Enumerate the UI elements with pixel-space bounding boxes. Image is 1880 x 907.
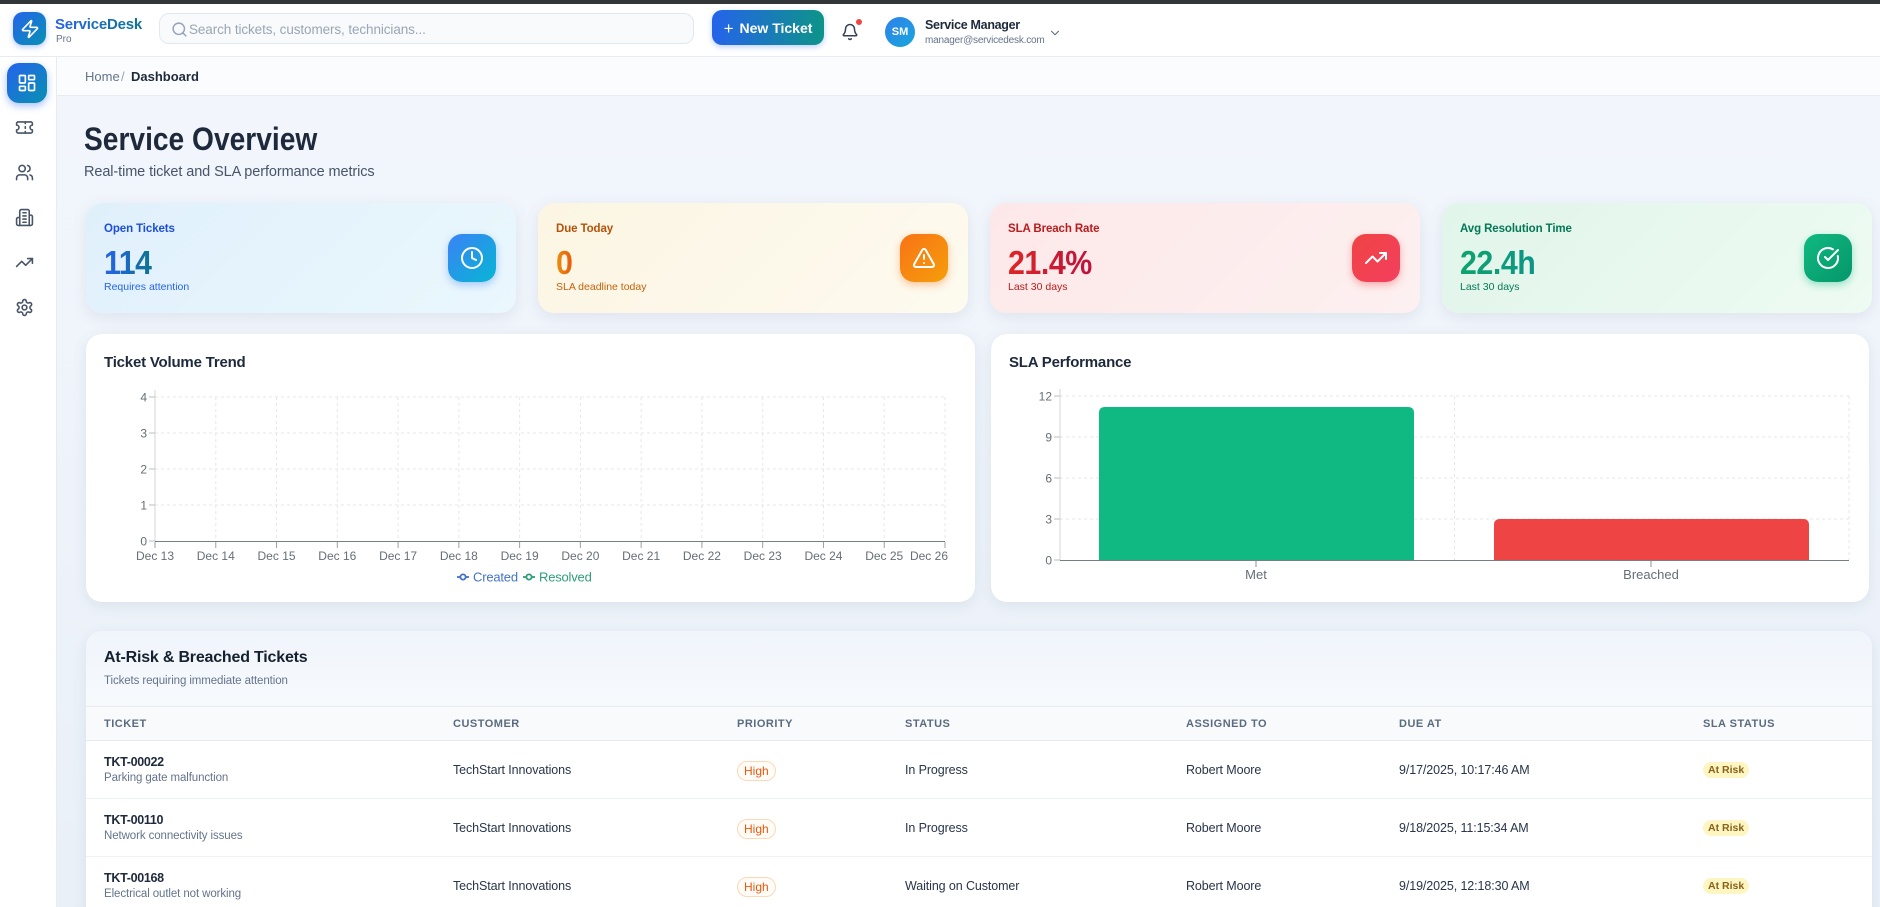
svg-text:12: 12 [1039, 390, 1053, 404]
svg-text:Met: Met [1245, 567, 1267, 582]
svg-text:0: 0 [1045, 554, 1052, 568]
svg-text:Dec 24: Dec 24 [804, 549, 842, 563]
svg-text:2: 2 [140, 463, 147, 477]
svg-text:Dec 14: Dec 14 [197, 549, 235, 563]
svg-text:Dec 18: Dec 18 [440, 549, 478, 563]
svg-text:3: 3 [140, 427, 147, 441]
svg-text:Dec 13: Dec 13 [136, 549, 174, 563]
svg-text:Dec 25: Dec 25 [865, 549, 903, 563]
svg-text:Breached: Breached [1623, 567, 1679, 582]
svg-text:4: 4 [140, 391, 147, 405]
svg-text:6: 6 [1045, 472, 1052, 486]
svg-text:Dec 15: Dec 15 [258, 549, 296, 563]
svg-text:3: 3 [1045, 513, 1052, 527]
svg-text:Dec 20: Dec 20 [561, 549, 599, 563]
svg-text:1: 1 [140, 499, 147, 513]
svg-text:Created: Created [473, 570, 518, 585]
svg-text:Dec 17: Dec 17 [379, 549, 417, 563]
svg-text:Dec 16: Dec 16 [318, 549, 356, 563]
svg-text:Dec 22: Dec 22 [683, 549, 721, 563]
svg-text:0: 0 [140, 535, 147, 549]
svg-text:Resolved: Resolved [539, 570, 592, 585]
svg-text:9: 9 [1045, 431, 1052, 445]
svg-text:Dec 23: Dec 23 [744, 549, 782, 563]
svg-text:Dec 21: Dec 21 [622, 549, 660, 563]
svg-text:Dec 26: Dec 26 [910, 549, 948, 563]
svg-text:Dec 19: Dec 19 [501, 549, 539, 563]
